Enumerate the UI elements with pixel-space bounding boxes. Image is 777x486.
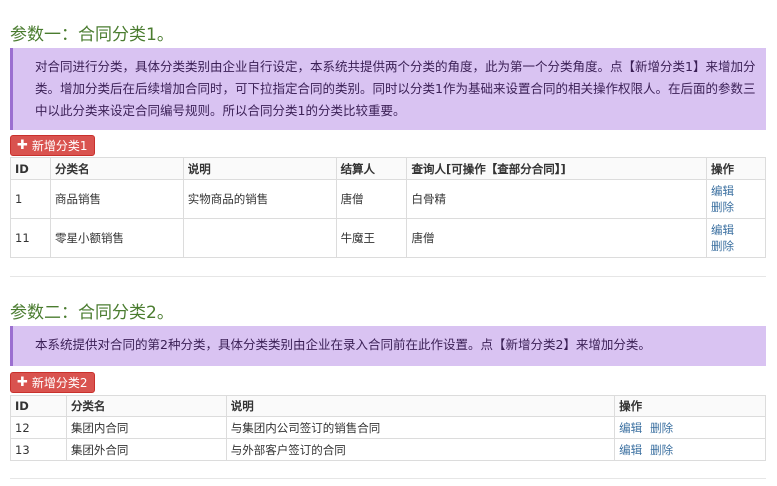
delete-link[interactable]: 删除	[650, 421, 673, 435]
edit-link[interactable]: 编辑	[711, 222, 761, 238]
cell-desc	[182, 218, 337, 258]
cell-ops: 编辑 删除	[614, 416, 766, 439]
section1-note: 对合同进行分类，具体分类类别由企业自行设定，本系统共提供两个分类的角度，此为第一…	[10, 48, 766, 130]
table-row: 13 集团外合同 与外部客户签订的合同 编辑 删除	[10, 438, 766, 461]
cell-viewer: 白骨精	[406, 179, 708, 219]
cell-desc: 实物商品的销售	[182, 179, 337, 219]
cell-desc: 与外部客户签订的合同	[225, 438, 616, 461]
table-row: 1 商品销售 实物商品的销售 唐僧 白骨精 编辑 删除	[10, 179, 766, 219]
category2-table: ID 分类名 说明 操作 12 集团内合同 与集团内公司签订的销售合同 编辑 删除…	[10, 395, 766, 461]
cell-id: 12	[10, 416, 67, 439]
col-ops: 操作	[614, 395, 766, 417]
table-row: 12 集团内合同 与集团内公司签订的销售合同 编辑 删除	[10, 416, 766, 439]
delete-link[interactable]: 删除	[711, 199, 761, 215]
cell-name: 集团内合同	[65, 416, 227, 439]
cell-viewer: 唐僧	[406, 218, 708, 258]
plus-icon: ✚	[17, 138, 28, 153]
col-id: ID	[10, 395, 67, 417]
col-name: 分类名	[65, 395, 227, 417]
cell-name: 商品销售	[49, 179, 184, 219]
cell-name: 集团外合同	[65, 438, 227, 461]
cell-name: 零星小额销售	[49, 218, 184, 258]
plus-icon: ✚	[17, 375, 28, 390]
cell-id: 13	[10, 438, 67, 461]
cell-id: 11	[10, 218, 51, 258]
col-desc: 说明	[225, 395, 616, 417]
table-header-row: ID 分类名 说明 操作	[10, 395, 766, 417]
section1-title: 参数一：合同分类1。	[10, 25, 174, 45]
col-id: ID	[10, 157, 51, 180]
col-desc: 说明	[182, 157, 337, 180]
cell-ops: 编辑 删除	[706, 179, 766, 219]
delete-link[interactable]: 删除	[711, 238, 761, 254]
cell-desc: 与集团内公司签订的销售合同	[225, 416, 616, 439]
section2-title: 参数二：合同分类2。	[10, 303, 174, 323]
cell-settler: 牛魔王	[335, 218, 408, 258]
delete-link[interactable]: 删除	[650, 443, 673, 457]
section2-note: 本系统提供对合同的第2种分类，具体分类类别由企业在录入合同前在此作设置。点【新增…	[10, 326, 766, 366]
add-category2-button[interactable]: ✚ 新增分类2	[10, 372, 95, 393]
table-header-row: ID 分类名 说明 结算人 查询人[可操作【查部分合同】] 操作	[10, 157, 766, 180]
category1-table: ID 分类名 说明 结算人 查询人[可操作【查部分合同】] 操作 1 商品销售 …	[10, 157, 766, 258]
table-row: 11 零星小额销售 牛魔王 唐僧 编辑 删除	[10, 218, 766, 258]
add-category2-label: 新增分类2	[31, 376, 88, 390]
add-category1-button[interactable]: ✚ 新增分类1	[10, 135, 95, 156]
col-ops: 操作	[706, 157, 766, 180]
section-divider	[10, 478, 766, 479]
col-settler: 结算人	[335, 157, 408, 180]
col-viewer: 查询人[可操作【查部分合同】]	[406, 157, 708, 180]
section-divider	[10, 276, 766, 277]
cell-ops: 编辑 删除	[706, 218, 766, 258]
cell-settler: 唐僧	[335, 179, 408, 219]
edit-link[interactable]: 编辑	[711, 183, 761, 199]
add-category1-label: 新增分类1	[31, 139, 88, 153]
col-name: 分类名	[49, 157, 184, 180]
edit-link[interactable]: 编辑	[619, 443, 642, 457]
edit-link[interactable]: 编辑	[619, 421, 642, 435]
cell-id: 1	[10, 179, 51, 219]
cell-ops: 编辑 删除	[614, 438, 766, 461]
